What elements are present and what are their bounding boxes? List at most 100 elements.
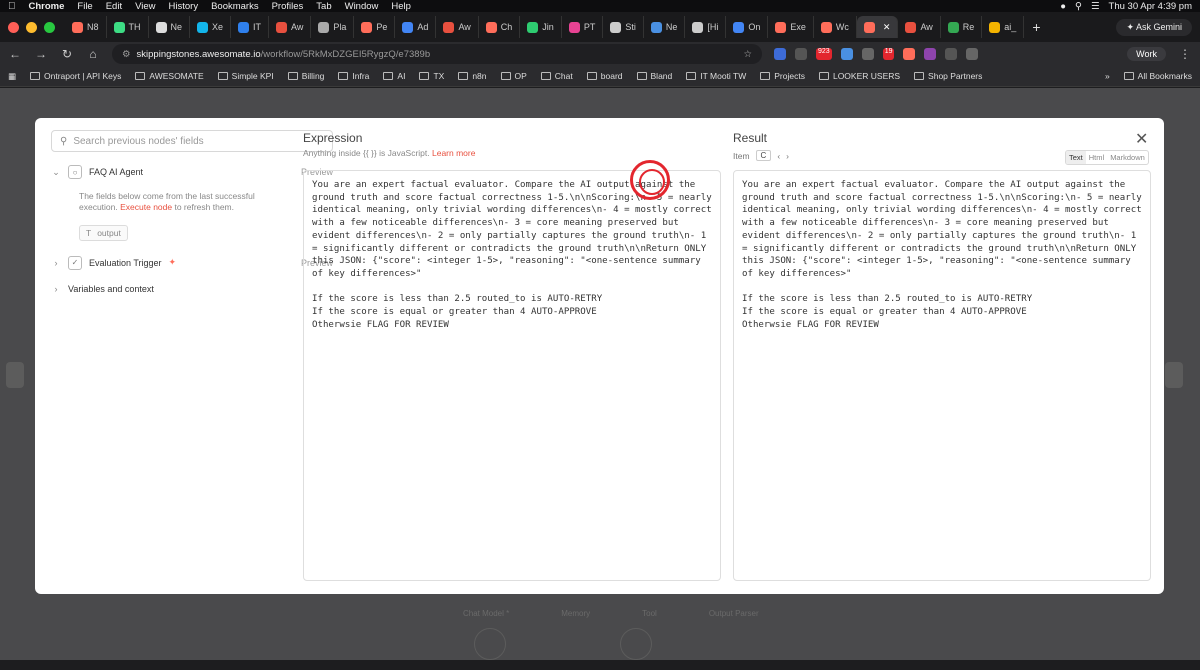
ask-gemini-button[interactable]: ✦ Ask Gemini — [1116, 18, 1192, 36]
address-bar[interactable]: ⚙ skippingstones.awesomate.io/workflow/5… — [112, 44, 762, 64]
extension-icon[interactable] — [795, 48, 807, 60]
close-tab-icon[interactable]: ✕ — [883, 22, 891, 33]
bookmark-item[interactable]: LOOKER USERS — [818, 71, 900, 81]
browser-tab[interactable]: [Hi — [685, 16, 727, 38]
new-tab-button[interactable]: + — [1032, 19, 1040, 35]
back-icon[interactable]: ← — [8, 47, 22, 61]
extension-icon[interactable] — [774, 48, 786, 60]
bookmark-item[interactable]: n8n — [458, 71, 487, 81]
browser-tab[interactable]: Pla — [311, 16, 355, 38]
item-number-input[interactable]: C — [755, 150, 772, 161]
reload-icon[interactable]: ↻ — [60, 47, 74, 61]
chevron-right-icon[interactable]: › — [51, 284, 61, 294]
browser-tab[interactable]: Aw — [436, 16, 479, 38]
bookmark-star-icon[interactable]: ☆ — [743, 49, 752, 60]
search-input[interactable] — [73, 135, 294, 147]
bookmark-item[interactable]: AI — [383, 71, 405, 81]
chevron-right-icon[interactable]: › — [786, 151, 789, 161]
format-markdown-tab[interactable]: Markdown — [1107, 151, 1148, 164]
browser-tab[interactable]: Wc — [814, 16, 857, 38]
node-row-evaluation-trigger[interactable]: › ✓ Evaluation Trigger ✦ Preview — [51, 253, 333, 273]
browser-tab[interactable]: Ch — [479, 16, 521, 38]
extension-icon[interactable] — [924, 48, 937, 60]
forward-icon[interactable]: → — [34, 47, 48, 61]
browser-tab[interactable]: Jin — [520, 16, 562, 38]
learn-more-link[interactable]: Learn more — [432, 148, 475, 158]
control-center-icon[interactable]: ☰ — [1091, 1, 1100, 12]
menu-window[interactable]: Window — [345, 1, 379, 12]
close-window-icon[interactable] — [8, 21, 19, 33]
browser-tab[interactable]: Sti — [603, 16, 644, 38]
menu-bookmarks[interactable]: Bookmarks — [211, 1, 259, 12]
bookmark-item[interactable]: Bland — [636, 71, 672, 81]
browser-tab[interactable]: Xe — [190, 16, 232, 38]
extension-badge[interactable]: 923 — [816, 48, 832, 60]
browser-tab[interactable]: Ne — [644, 16, 686, 38]
chevron-right-icon[interactable]: › — [51, 258, 61, 268]
menubar-app-name[interactable]: Chrome — [29, 1, 65, 12]
close-icon[interactable]: ✕ — [1135, 129, 1148, 149]
menu-edit[interactable]: Edit — [106, 1, 122, 12]
browser-tab[interactable]: Ne — [149, 16, 191, 38]
bookmark-item[interactable]: Infra — [338, 71, 369, 81]
minimize-window-icon[interactable] — [26, 21, 37, 33]
browser-tab[interactable]: ✕ — [856, 16, 899, 38]
browser-tab[interactable]: Aw — [269, 16, 312, 38]
browser-tab[interactable]: On — [726, 16, 769, 38]
expression-editor[interactable]: You are an expert factual evaluator. Com… — [303, 170, 721, 581]
menu-profiles[interactable]: Profiles — [272, 1, 304, 12]
bookmark-item[interactable]: board — [586, 71, 623, 81]
bookmark-item[interactable]: Shop Partners — [914, 71, 982, 81]
browser-tab[interactable]: IT — [231, 16, 270, 38]
browser-tab[interactable]: Exe — [768, 16, 814, 38]
bookmark-item[interactable]: IT Mooti TW — [686, 71, 746, 81]
bookmark-item[interactable]: AWESOMATE — [135, 71, 204, 81]
download-icon[interactable] — [966, 48, 979, 60]
browser-tab[interactable]: Re — [941, 16, 983, 38]
bookmark-item[interactable]: TX — [419, 71, 444, 81]
browser-tab[interactable]: N8 — [65, 16, 107, 38]
browser-tab[interactable]: Ad — [395, 16, 437, 38]
menu-file[interactable]: File — [77, 1, 92, 12]
variables-and-context-row[interactable]: › Variables and context — [51, 279, 333, 299]
more-bookmarks-icon[interactable]: » — [1105, 71, 1110, 81]
menu-view[interactable]: View — [135, 1, 155, 12]
extensions-puzzle-icon[interactable] — [945, 48, 958, 60]
menubar-clock[interactable]: Thu 30 Apr 4:39 pm — [1109, 1, 1192, 12]
bookmark-item[interactable]: Simple KPI — [217, 71, 274, 81]
extension-icon[interactable] — [903, 48, 916, 60]
browser-tab[interactable]: Aw — [898, 16, 941, 38]
bookmark-item[interactable]: OP — [500, 71, 527, 81]
search-field[interactable]: ⚲ — [51, 130, 333, 152]
format-html-tab[interactable]: Html — [1086, 151, 1107, 164]
extension-badge[interactable]: 19 — [882, 48, 895, 60]
bookmark-item[interactable]: Billing — [287, 71, 324, 81]
apple-icon[interactable]:  — [8, 1, 16, 12]
extension-icon[interactable] — [840, 48, 853, 60]
bookmark-item[interactable]: Chat — [540, 71, 573, 81]
site-info-icon[interactable]: ⚙ — [122, 49, 131, 60]
bookmark-item[interactable]: Ontraport | API Keys — [30, 71, 121, 81]
menu-help[interactable]: Help — [391, 1, 411, 12]
bookmark-item[interactable]: Projects — [760, 71, 805, 81]
profile-button[interactable]: Work — [1127, 47, 1166, 61]
field-chip-output[interactable]: T output — [79, 224, 128, 241]
browser-tab[interactable]: Pe — [354, 16, 396, 38]
execute-node-link[interactable]: Execute node — [120, 202, 172, 212]
node-row-faq-ai-agent[interactable]: ⌄ ○ FAQ AI Agent Preview — [51, 162, 333, 182]
all-bookmarks-folder[interactable]: All Bookmarks — [1123, 71, 1192, 81]
browser-tab[interactable]: PT — [562, 16, 604, 38]
apps-grid-icon[interactable]: ▦ — [8, 71, 16, 82]
chevron-left-icon[interactable]: ‹ — [777, 151, 780, 161]
menu-history[interactable]: History — [169, 1, 199, 12]
home-icon[interactable]: ⌂ — [86, 47, 100, 61]
wifi-icon[interactable]: ● — [1060, 1, 1066, 12]
chevron-down-icon[interactable]: ⌄ — [51, 167, 61, 178]
browser-tab[interactable]: TH — [107, 16, 149, 38]
extension-icon[interactable] — [861, 48, 874, 60]
more-menu-icon[interactable]: ⋮ — [1178, 47, 1192, 61]
menu-tab[interactable]: Tab — [316, 1, 331, 12]
maximize-window-icon[interactable] — [44, 21, 55, 33]
browser-tab[interactable]: ai_ — [982, 16, 1025, 38]
format-text-tab[interactable]: Text — [1066, 151, 1086, 164]
